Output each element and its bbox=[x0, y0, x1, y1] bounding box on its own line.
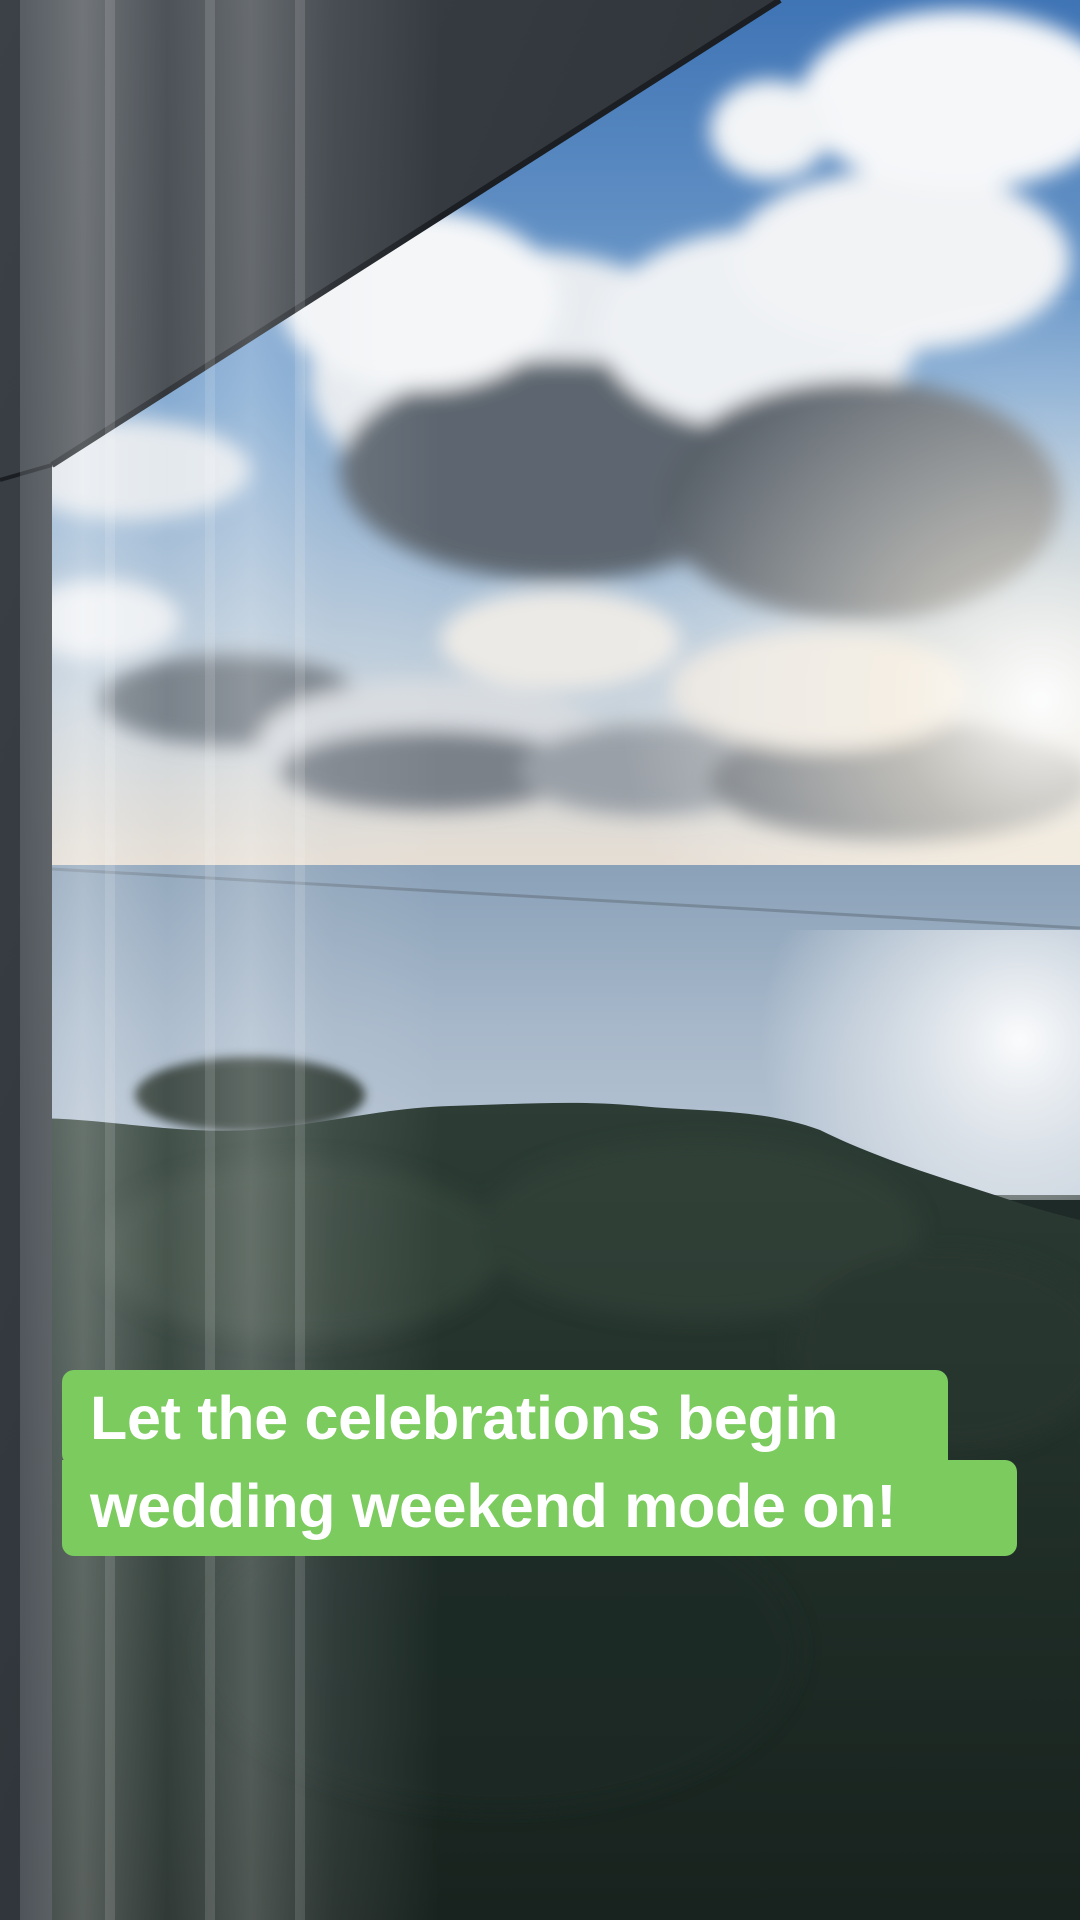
sheer-curtain bbox=[20, 0, 440, 1920]
caption-line-2: wedding weekend mode on! bbox=[62, 1460, 1017, 1556]
caption: Let the celebrations begin wedding weeke… bbox=[62, 1370, 1022, 1556]
caption-line-1: Let the celebrations begin bbox=[62, 1370, 948, 1466]
window-view-photo bbox=[0, 0, 1080, 1920]
video-frame: Let the celebrations begin wedding weeke… bbox=[0, 0, 1080, 1920]
